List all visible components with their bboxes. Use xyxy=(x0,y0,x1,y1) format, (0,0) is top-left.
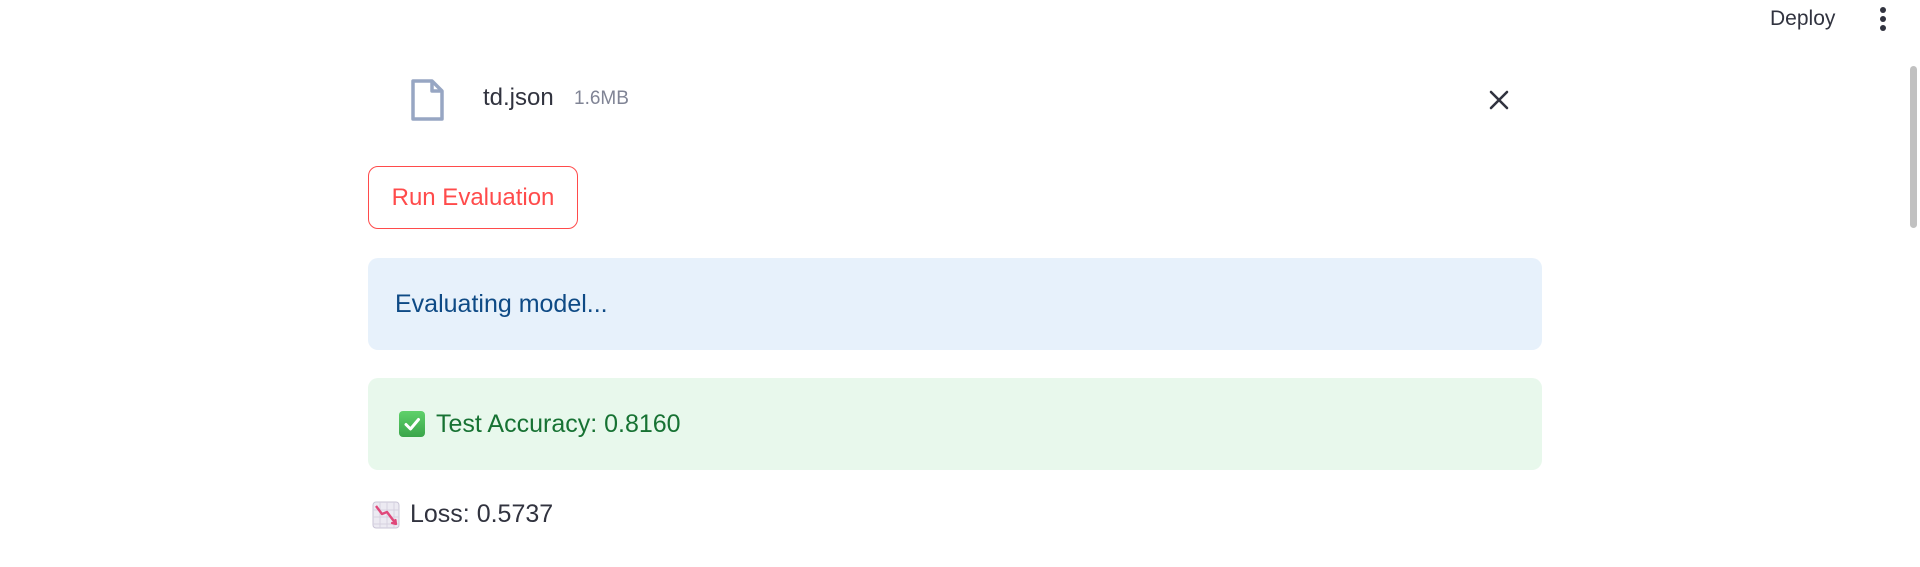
file-size: 1.6MB xyxy=(574,88,629,109)
main-menu-button[interactable] xyxy=(1868,2,1898,36)
chart-decreasing-icon xyxy=(372,501,400,528)
scrollbar[interactable] xyxy=(1906,0,1920,567)
deploy-label: Deploy xyxy=(1770,7,1836,30)
check-mark-button-icon xyxy=(399,411,425,437)
loss-metric: Loss: 0.5737 xyxy=(372,500,553,529)
remove-file-button[interactable] xyxy=(1481,82,1517,118)
file-icon xyxy=(411,79,444,121)
loss-text: Loss: 0.5737 xyxy=(410,500,554,528)
success-alert-text: Test Accuracy: 0.8160 xyxy=(436,409,681,438)
vertical-ellipsis-icon xyxy=(1880,7,1886,31)
success-alert: Test Accuracy: 0.8160 xyxy=(368,378,1542,470)
info-alert-text: Evaluating model... xyxy=(395,289,608,318)
run-evaluation-button[interactable]: Run Evaluation xyxy=(368,166,578,229)
close-icon xyxy=(1489,90,1509,110)
uploaded-file-row: td.json 1.6MB xyxy=(380,70,1520,132)
app-page: Deploy td.json 1.6MB Run Evaluation Eval… xyxy=(0,0,1920,567)
file-name: td.json xyxy=(483,84,554,111)
info-alert: Evaluating model... xyxy=(368,258,1542,350)
deploy-button[interactable]: Deploy xyxy=(1754,2,1851,36)
scrollbar-thumb[interactable] xyxy=(1910,66,1917,228)
